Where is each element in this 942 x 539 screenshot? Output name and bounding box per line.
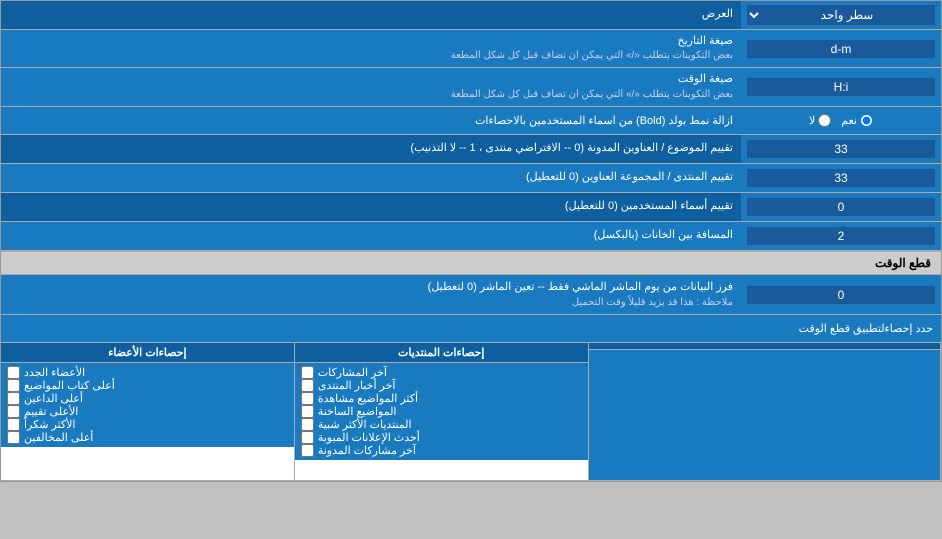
list-item: الأكثر شكراً [7,418,288,431]
checkbox-col1-3[interactable] [301,392,314,405]
date-format-label: صيغة التاريخ بعض التكوينات يتطلب «/» الت… [1,30,741,67]
display-input-container: سطر واحد سطران ثلاثة أسطر [741,1,941,29]
list-item: الأعلى تقييم [7,405,288,418]
order-users-label: تقييم أسماء المستخدمين (0 للتعطيل) [1,193,741,221]
display-select[interactable]: سطر واحد سطران ثلاثة أسطر [747,5,935,25]
date-format-input[interactable] [747,40,935,58]
order-users-input-container [741,193,941,221]
space-entries-label: المسافة بين الخانات (بالبكسل) [1,222,741,250]
checkbox-col1-5[interactable] [301,418,314,431]
time-format-input-container [741,68,941,105]
space-entries-input-container [741,222,941,250]
remove-bold-options: نعم لا [741,110,941,131]
col1-header: إحصاءات المنتديات [295,343,588,363]
order-topics-input[interactable] [747,140,935,158]
col1-items: آخر المشاركات آخر أخبار المنتدى أكثر الم… [295,363,588,460]
checkbox-col2-4[interactable] [7,405,20,418]
list-item: المنتديات الأكثر شبية [301,418,582,431]
checkbox-col1-6[interactable] [301,431,314,444]
order-users-input[interactable] [747,198,935,216]
checkbox-col1-1[interactable] [301,366,314,379]
list-item: أعلى المخالفين [7,431,288,444]
remove-bold-label: ازالة نمط بولد (Bold) من اسماء المستخدمي… [1,110,741,131]
order-topics-label: تقييم الموضوع / العناوين المدونة (0 -- ا… [1,135,741,163]
list-item: المواضيع الساخنة [301,405,582,418]
remove-bold-no[interactable]: لا [809,114,831,127]
realtime-section-header: قطع الوقت [1,251,941,275]
list-item: أعلى الداعين [7,392,288,405]
checkbox-col2-1[interactable] [7,366,20,379]
time-format-input[interactable] [747,78,935,96]
space-entries-input[interactable] [747,227,935,245]
checkbox-col2-3[interactable] [7,392,20,405]
remove-bold-yes[interactable]: نعم [841,114,873,127]
list-item: الأعضاء الجدد [7,366,288,379]
order-forum-input-container [741,164,941,192]
order-topics-input-container [741,135,941,163]
list-item: آخر المشاركات [301,366,582,379]
realtime-fetch-input[interactable] [747,286,935,304]
checkbox-apply-label: حدد إحصاءلتطبيق قطع الوقت [9,322,933,335]
col3-header [589,343,940,350]
checkbox-col2-5[interactable] [7,418,20,431]
list-item: أحدث الإعلانات المبوبة [301,431,582,444]
list-item: أعلى كتاب المواضيع [7,379,288,392]
checkbox-col1-7[interactable] [301,444,314,457]
display-label: العرض [1,1,741,29]
checkbox-col1-2[interactable] [301,379,314,392]
realtime-fetch-label: فرز البيانات من يوم الماشر الماشي فقط --… [1,275,741,315]
checkbox-col2-2[interactable] [7,379,20,392]
date-format-input-container [741,30,941,67]
col2-items: الأعضاء الجدد أعلى كتاب المواضيع أعلى ال… [1,363,294,447]
list-item: أكثر المواضيع مشاهدة [301,392,582,405]
checkbox-col2-6[interactable] [7,431,20,444]
realtime-fetch-input-container [741,275,941,315]
order-forum-label: تقييم المنتدى / المجموعة العناوين (0 للت… [1,164,741,192]
col2-header: إحصاءات الأعضاء [1,343,294,363]
time-format-label: صيغة الوقت بعض التكوينات يتطلب «/» التي … [1,68,741,105]
list-item: آخر أخبار المنتدى [301,379,582,392]
order-forum-input[interactable] [747,169,935,187]
checkbox-col1-4[interactable] [301,405,314,418]
list-item: آخر مشاركات المدونة [301,444,582,457]
